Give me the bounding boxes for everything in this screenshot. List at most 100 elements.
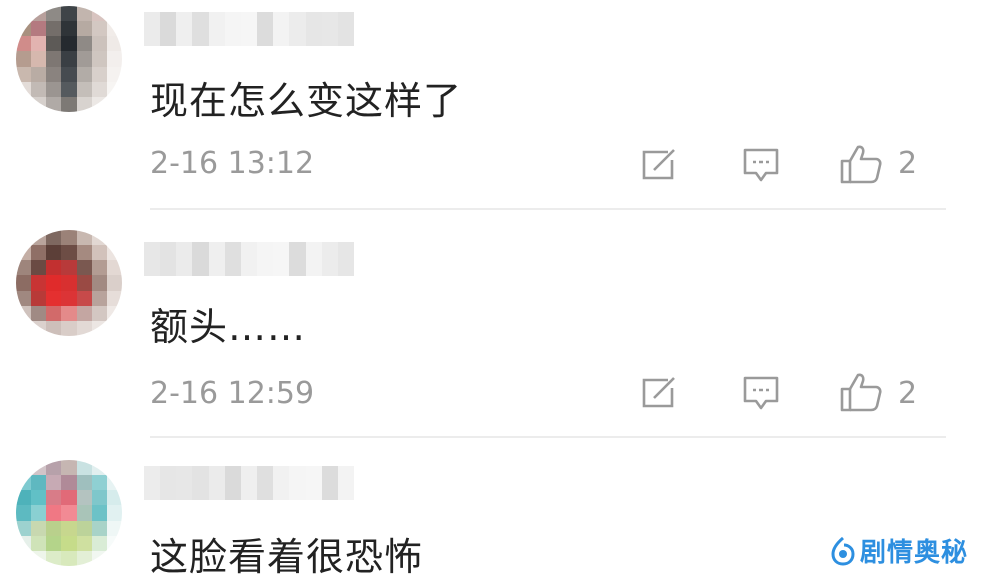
username-mosaic-cell (144, 242, 161, 259)
reply-button[interactable] (740, 146, 782, 184)
avatar-mosaic-cell (16, 36, 32, 52)
username-mosaic-cell (192, 259, 209, 276)
avatar-mosaic-cell (106, 51, 122, 67)
avatar-mosaic-cell (61, 550, 77, 566)
avatar-mosaic-cell (106, 21, 122, 37)
avatar-mosaic-cell (16, 460, 32, 476)
avatar-mosaic-cell (31, 505, 47, 521)
username-mosaic-cell (160, 259, 177, 276)
username-mosaic-cell (240, 466, 258, 483)
avatar-mosaic-cell (76, 21, 92, 37)
avatar-mosaic-cell (31, 260, 47, 276)
avatar-mosaic-cell (16, 550, 32, 566)
avatar-mosaic-cell (31, 550, 47, 566)
avatar-mosaic-cell (16, 305, 32, 321)
avatar-mosaic-cell (91, 96, 107, 112)
username-mosaic-cell (192, 242, 209, 259)
username-mosaic-cell (208, 242, 225, 259)
avatar-mosaic-cell (76, 275, 92, 291)
avatar[interactable] (16, 460, 122, 566)
avatar-mosaic-cell (61, 6, 77, 22)
avatar-mosaic-cell (46, 460, 62, 476)
username-mosaic-cell (337, 242, 354, 259)
comment-text: 额头…… (150, 305, 307, 349)
username-mosaic-cell (289, 12, 306, 29)
avatar-mosaic-cell (61, 290, 77, 306)
username-mosaic-cell (176, 12, 193, 29)
username-mosaic-cell (192, 466, 209, 483)
avatar-mosaic-cell (106, 36, 122, 52)
avatar-mosaic-cell (46, 475, 62, 491)
username-mosaic-cell (240, 242, 258, 259)
avatar-mosaic-cell (91, 305, 107, 321)
avatar-mosaic-cell (91, 66, 107, 82)
username-blurred[interactable] (144, 12, 354, 46)
username-blurred[interactable] (144, 466, 354, 500)
avatar-mosaic-cell (91, 475, 107, 491)
avatar-mosaic-cell (16, 21, 32, 37)
avatar[interactable] (16, 6, 122, 112)
avatar-mosaic-cell (91, 320, 107, 336)
username-mosaic-cell (144, 29, 161, 46)
divider (150, 208, 946, 210)
username-mosaic-cell (289, 29, 306, 46)
username-mosaic-cell (257, 466, 274, 483)
avatar-mosaic-cell (61, 51, 77, 67)
username-mosaic-cell (240, 29, 258, 46)
avatar-mosaic-cell (76, 305, 92, 321)
like-count: 2 (898, 146, 918, 181)
reply-icon (743, 376, 779, 410)
avatar-mosaic-cell (46, 535, 62, 551)
username-mosaic-cell (337, 466, 354, 483)
avatar-mosaic-cell (61, 490, 77, 506)
username-mosaic-cell (257, 242, 274, 259)
avatar-mosaic-cell (106, 520, 122, 536)
like-button[interactable] (838, 142, 884, 186)
avatar[interactable] (16, 230, 122, 336)
username-mosaic-cell (257, 259, 274, 276)
avatar-mosaic-cell (46, 66, 62, 82)
username-mosaic-cell (321, 12, 338, 29)
username-blurred[interactable] (144, 242, 354, 276)
avatar-mosaic-cell (31, 21, 47, 37)
username-mosaic-cell (321, 259, 338, 276)
avatar-mosaic-cell (91, 290, 107, 306)
share-button[interactable] (638, 146, 680, 184)
avatar-mosaic-cell (76, 460, 92, 476)
avatar-mosaic-cell (16, 96, 32, 112)
share-button[interactable] (638, 374, 680, 412)
avatar-mosaic-cell (106, 66, 122, 82)
avatar-mosaic-cell (46, 505, 62, 521)
thumbs-up-icon (840, 373, 882, 412)
avatar-mosaic-cell (16, 290, 32, 306)
divider (150, 436, 946, 438)
avatar-mosaic-cell (91, 51, 107, 67)
username-mosaic-cell (240, 483, 258, 500)
avatar-mosaic-cell (91, 505, 107, 521)
avatar-mosaic-cell (31, 290, 47, 306)
avatar-mosaic-cell (76, 475, 92, 491)
avatar-mosaic-cell (91, 36, 107, 52)
reply-button[interactable] (740, 374, 782, 412)
avatar-mosaic-cell (46, 290, 62, 306)
avatar-mosaic-cell (76, 505, 92, 521)
username-mosaic-cell (208, 259, 225, 276)
avatar-mosaic-cell (76, 290, 92, 306)
like-button[interactable] (838, 370, 884, 414)
avatar-mosaic-cell (46, 81, 62, 97)
avatar-mosaic-cell (46, 21, 62, 37)
avatar-mosaic-cell (46, 51, 62, 67)
username-mosaic-cell (208, 12, 225, 29)
avatar-mosaic-cell (91, 460, 107, 476)
avatar-mosaic-cell (46, 550, 62, 566)
avatar-mosaic-cell (61, 96, 77, 112)
avatar-mosaic-cell (46, 260, 62, 276)
avatar-mosaic-cell (91, 535, 107, 551)
avatar-mosaic-cell (46, 275, 62, 291)
avatar-mosaic-cell (61, 230, 77, 246)
username-mosaic-cell (144, 259, 161, 276)
avatar-mosaic-cell (16, 505, 32, 521)
avatar-mosaic-cell (106, 290, 122, 306)
avatar-mosaic-cell (91, 520, 107, 536)
username-mosaic-cell (273, 12, 290, 29)
